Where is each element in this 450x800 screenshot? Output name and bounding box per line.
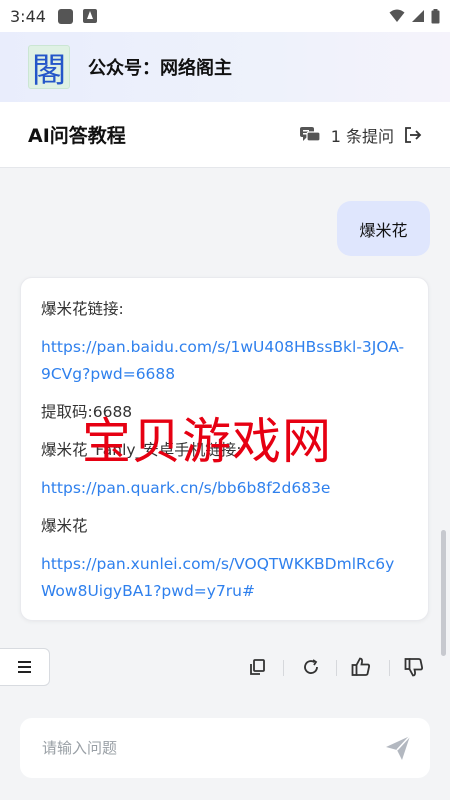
baidu-link[interactable]: https://pan.baidu.com/s/1wU408HBssBkl-3J… [41,334,408,388]
answer-label-baidu: 爆米花链接: [41,300,124,318]
refresh-icon [304,659,318,674]
like-button[interactable] [349,652,373,682]
send-icon [386,735,411,760]
chat-header: AI问答教程 1 条提问 [0,102,450,168]
action-divider [389,660,390,676]
answer-label-xunlei: 爆米花 [41,517,88,535]
logo-char: 閣 [32,50,66,91]
chat-bubbles-icon [299,126,321,142]
signal-icon [412,10,424,22]
wifi-icon [389,9,405,22]
thumbs-down-icon [404,658,424,677]
a-badge-icon [82,9,97,23]
status-bar: 3:44 [0,0,450,32]
xunlei-link[interactable]: https://pan.xunlei.com/s/VOQTWKKBDmlRc6y… [41,551,408,605]
quark-link[interactable]: https://pan.quark.cn/s/bb6b8f2d683e [41,475,408,502]
status-time: 3:44 [10,6,46,26]
user-message-bubble: 爆米花 [337,201,430,256]
action-divider [336,660,337,676]
copy-button[interactable] [245,652,269,682]
page-title: AI问答教程 [28,125,126,147]
action-divider [283,660,284,676]
exit-button[interactable] [404,126,422,144]
account-banner: 閣 公众号：网络阁主 [0,32,450,102]
input-bar [20,718,430,778]
app-square-icon [57,8,73,24]
exit-icon [405,126,422,143]
battery-icon [431,8,440,23]
thumbs-up-icon [351,657,371,676]
scrollbar[interactable] [441,530,446,656]
regenerate-button[interactable] [299,652,323,682]
question-input[interactable] [42,739,384,757]
question-count-text: 1 条提问 [330,126,394,146]
question-count[interactable]: 1 条提问 [299,123,422,147]
answer-actions [0,652,450,682]
dislike-button[interactable] [402,652,426,682]
banner-title: 公众号：网络阁主 [88,58,232,79]
watermark: 宝贝游戏网 [82,413,333,470]
send-button[interactable] [384,735,412,761]
user-message-text: 爆米花 [359,220,408,240]
logo: 閣 [28,45,70,91]
copy-icon [250,659,265,675]
